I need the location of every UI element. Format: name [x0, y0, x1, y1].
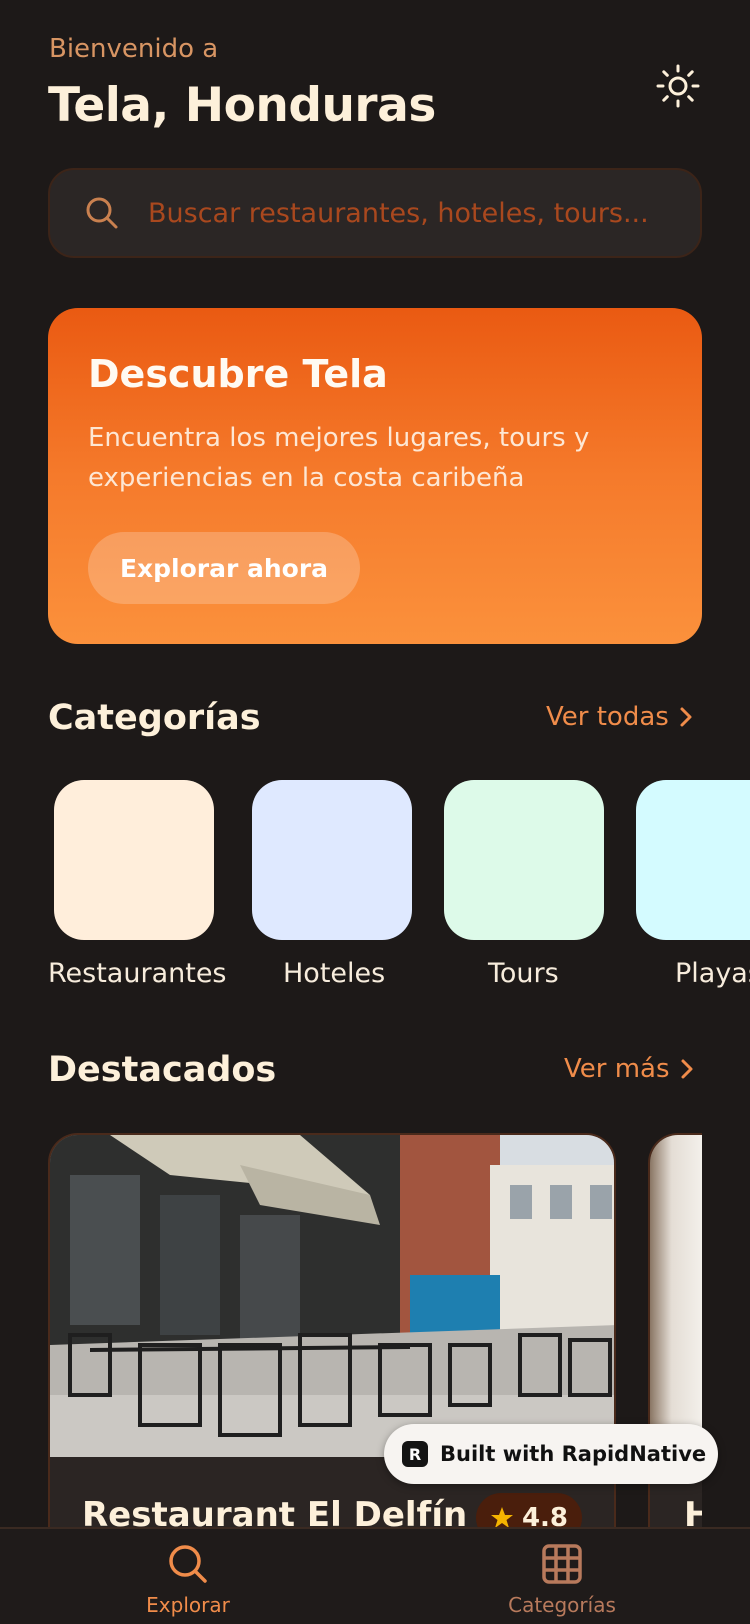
category-tile — [444, 780, 604, 940]
tab-label: Explorar — [146, 1593, 230, 1617]
category-restaurantes[interactable]: Restaurantes — [48, 780, 227, 989]
hero-banner: Descubre Tela Encuentra los mejores luga… — [48, 308, 702, 644]
hero-description: Encuentra los mejores lugares, tours y e… — [88, 423, 590, 493]
bottom-navigation: Explorar Categorías — [0, 1527, 750, 1624]
category-tile — [54, 780, 214, 940]
sun-icon — [656, 64, 700, 108]
tab-explorar[interactable]: Explorar — [88, 1543, 288, 1617]
rapidnative-logo-icon: R — [402, 1441, 428, 1467]
chevron-right-icon — [680, 707, 692, 727]
category-label: Playas — [675, 958, 750, 989]
tab-label: Categorías — [508, 1593, 616, 1617]
category-playas[interactable]: Playas — [636, 780, 750, 1000]
see-more-label: Ver más — [564, 1054, 670, 1084]
search-bar[interactable] — [48, 168, 702, 258]
search-input[interactable] — [148, 197, 668, 229]
category-tile — [636, 780, 750, 940]
see-more-featured-link[interactable]: Ver más — [564, 1054, 694, 1084]
app-screen: Bienvenido a Tela, Honduras Descubre Te — [0, 0, 750, 1624]
theme-toggle-button[interactable] — [650, 58, 706, 114]
categories-title: Categorías — [48, 698, 261, 738]
restaurant-photo — [50, 1135, 614, 1457]
see-all-label: Ver todas — [546, 702, 669, 732]
category-label: Restaurantes — [48, 958, 227, 989]
built-with-badge[interactable]: R Built with RapidNative — [384, 1424, 718, 1484]
explore-now-button[interactable]: Explorar ahora — [88, 532, 360, 604]
page-title: Tela, Honduras — [48, 78, 436, 133]
chevron-right-icon — [681, 1059, 693, 1079]
search-icon — [86, 197, 118, 229]
hotel-photo — [650, 1135, 702, 1457]
grid-icon — [542, 1544, 582, 1584]
tab-categorias[interactable]: Categorías — [462, 1543, 662, 1617]
category-tile — [252, 780, 412, 940]
featured-title: Destacados — [48, 1050, 277, 1090]
see-all-categories-link[interactable]: Ver todas — [546, 702, 693, 732]
badge-text: Built with RapidNative — [440, 1442, 707, 1466]
category-tours[interactable]: Tours — [444, 780, 604, 989]
search-icon — [169, 1545, 207, 1583]
category-label: Hoteles — [283, 958, 386, 989]
greeting-text: Bienvenido a — [49, 34, 219, 64]
category-hoteles[interactable]: Hoteles — [252, 780, 412, 989]
hero-title: Descubre Tela — [88, 352, 388, 396]
category-label: Tours — [488, 958, 559, 989]
